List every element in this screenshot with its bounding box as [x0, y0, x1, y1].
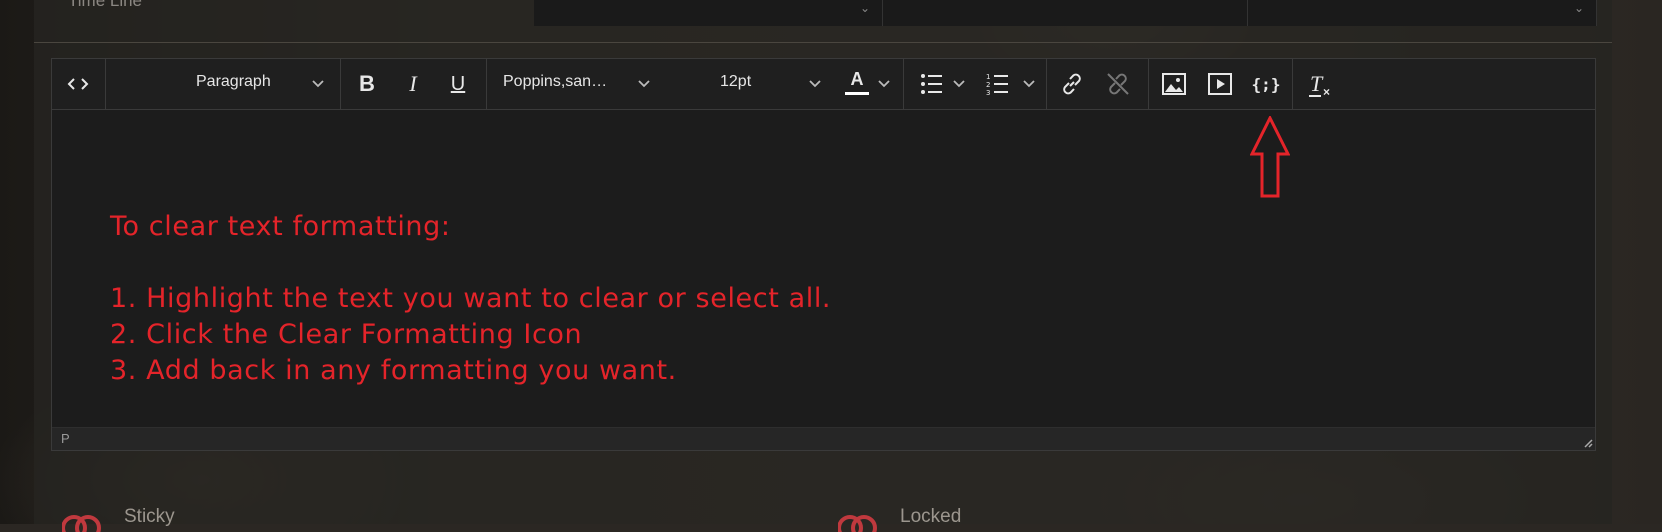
time-line-select-1[interactable]: ⌄: [534, 0, 883, 26]
toggle-icon: [62, 515, 101, 532]
svg-text:2: 2: [986, 81, 990, 89]
underline-icon: U: [450, 72, 466, 95]
numbered-list-icon: 1 2 3: [986, 73, 1008, 96]
toggle-icon: [838, 515, 877, 532]
svg-text:3: 3: [986, 89, 990, 96]
clear-formatting-icon: T ×: [1309, 71, 1331, 99]
chevron-down-icon: ⌄: [1573, 1, 1584, 15]
chevron-down-icon: ⌄: [859, 1, 870, 15]
underline-button[interactable]: U: [438, 59, 478, 109]
clear-formatting-button[interactable]: T ×: [1296, 59, 1344, 109]
section-divider: [34, 42, 1612, 43]
media-icon: [1208, 73, 1232, 95]
toolbar-separator: [340, 59, 341, 109]
element-path[interactable]: P: [61, 431, 70, 446]
content-step-3: 3. Add back in any formatting you want.: [110, 355, 677, 386]
text-color-icon: A: [845, 69, 869, 95]
remove-link-button[interactable]: [1096, 59, 1140, 109]
font-size-value: 12pt: [720, 73, 752, 90]
bold-icon: B: [359, 71, 375, 96]
time-line-label: Time Line: [68, 0, 143, 10]
chevron-down-icon: [638, 80, 650, 88]
source-code-icon: [67, 78, 89, 90]
font-size-dropdown[interactable]: 12pt: [672, 59, 830, 109]
arrow-up-annotation-icon: [1250, 116, 1290, 198]
link-icon: [1063, 73, 1081, 95]
sticky-label: Sticky: [124, 506, 175, 527]
toolbar-separator: [486, 59, 487, 109]
insert-image-button[interactable]: [1152, 59, 1196, 109]
toolbar-separator: [105, 59, 106, 109]
bold-button[interactable]: B: [347, 59, 387, 109]
code-sample-button[interactable]: {;}: [1244, 59, 1288, 109]
chevron-down-icon: [878, 80, 890, 88]
chevron-down-icon: [1023, 80, 1035, 88]
resize-handle-icon[interactable]: [1581, 436, 1593, 448]
font-family-dropdown[interactable]: Poppins,san…: [489, 59, 669, 109]
toolbar-separator: [903, 59, 904, 109]
insert-link-button[interactable]: [1050, 59, 1094, 109]
toolbar-separator: [1148, 59, 1149, 109]
italic-button[interactable]: I: [393, 59, 433, 109]
editor-statusbar: P: [52, 427, 1595, 450]
chevron-down-icon: [953, 80, 965, 88]
bullet-list-icon: [921, 74, 942, 94]
image-icon: [1162, 73, 1186, 95]
editor-toolbar: Paragraph B I U Poppins,san… 12pt A 1 2 …: [52, 59, 1595, 110]
toolbar-separator: [1046, 59, 1047, 109]
unlink-icon: [1107, 73, 1129, 95]
text-color-button[interactable]: A: [835, 59, 895, 109]
code-sample-icon: {;}: [1251, 74, 1281, 94]
chevron-down-icon: [809, 80, 821, 88]
locked-label: Locked: [900, 506, 962, 527]
content-step-2: 2. Click the Clear Formatting Icon: [110, 319, 583, 350]
numbered-list-button[interactable]: 1 2 3: [976, 59, 1042, 109]
svg-text:1: 1: [986, 73, 990, 81]
chevron-down-icon: [312, 80, 324, 88]
bullet-list-button[interactable]: [910, 59, 972, 109]
insert-media-button[interactable]: [1198, 59, 1242, 109]
block-format-value: Paragraph: [196, 73, 271, 90]
content-blank-line: [110, 245, 831, 281]
content-step-1: 1. Highlight the text you want to clear …: [110, 283, 832, 314]
content-heading: To clear text formatting:: [110, 211, 451, 242]
time-line-select-3[interactable]: ⌄: [1248, 0, 1597, 26]
source-code-button[interactable]: [52, 59, 104, 109]
editor-content[interactable]: To clear text formatting: 1. Highlight t…: [110, 209, 831, 389]
rich-text-editor: Paragraph B I U Poppins,san… 12pt A 1 2 …: [51, 58, 1596, 451]
block-format-dropdown[interactable]: Paragraph: [108, 59, 338, 109]
font-family-value: Poppins,san…: [503, 73, 608, 90]
toolbar-separator: [1292, 59, 1293, 109]
time-line-select-2[interactable]: [883, 0, 1248, 26]
italic-icon: I: [409, 71, 417, 96]
